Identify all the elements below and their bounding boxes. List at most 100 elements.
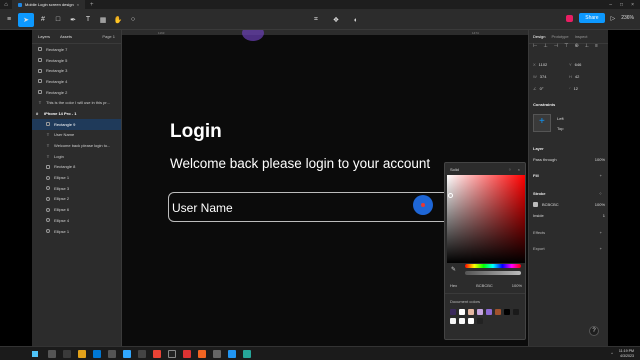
layer-item[interactable]: Rectangle 3 [32, 65, 121, 76]
align-left-icon[interactable]: ⊢ [533, 43, 537, 49]
stroke-width[interactable]: 1 [603, 213, 605, 218]
tab-assets[interactable]: Assets [60, 34, 72, 39]
align-right-icon[interactable]: ⊣ [554, 43, 558, 49]
color-format[interactable]: Hex [450, 283, 457, 288]
color-swatch[interactable] [477, 318, 483, 324]
opacity-input[interactable]: 100% [512, 283, 522, 288]
layer-item[interactable]: Rectangle 7 [32, 44, 121, 55]
welcome-text[interactable]: Welcome back please login to your accoun… [170, 156, 430, 171]
fill-mode[interactable]: Solid [450, 167, 459, 172]
stroke-hex[interactable]: BCBCBC [542, 202, 559, 207]
align-middle-icon[interactable]: ⊕ [574, 43, 578, 49]
layer-item[interactable]: T This is the color I will use in this pr… [32, 97, 121, 108]
align-center-icon[interactable]: ⊥ [543, 43, 547, 49]
stroke-options-icon[interactable]: ⁘ [599, 191, 602, 196]
close-tab-icon[interactable]: × [77, 2, 79, 7]
component-icon[interactable]: ❖ [330, 13, 342, 27]
h-input[interactable]: 42 [575, 74, 579, 79]
search-icon[interactable] [48, 349, 56, 358]
layer-item[interactable]: # iPhone 14 Pro - 1 [32, 108, 121, 119]
close-picker-icon[interactable]: × [518, 167, 520, 172]
align-top-icon[interactable]: ⊤ [564, 43, 568, 49]
shape-tool-icon[interactable]: □ [52, 13, 64, 27]
y-input[interactable]: 646 [575, 62, 582, 67]
store-icon[interactable] [108, 349, 116, 358]
chrome-icon[interactable] [153, 349, 161, 358]
app-icon[interactable] [213, 349, 221, 358]
home-icon[interactable]: ⌂ [0, 0, 12, 10]
tray-arrow-icon[interactable]: ^ [611, 352, 613, 356]
color-swatch[interactable] [468, 309, 474, 315]
photoshop-icon[interactable] [123, 349, 131, 358]
username-text[interactable]: User Name [172, 201, 233, 215]
layer-item[interactable]: Ellipse 2 [32, 194, 121, 205]
color-swatch[interactable] [513, 309, 519, 315]
constraint-h[interactable]: Left [557, 116, 601, 121]
color-swatch[interactable] [477, 309, 483, 315]
clock[interactable]: 11:19 PM 4/3/2023 [619, 349, 634, 357]
distribute-icon[interactable]: ≡ [595, 43, 598, 49]
align-bottom-icon[interactable]: ⊥ [585, 43, 589, 49]
resources-icon[interactable]: ▦ [97, 13, 109, 27]
constraints-widget[interactable] [533, 114, 551, 132]
color-swatch[interactable] [450, 318, 456, 324]
help-icon[interactable]: ? [589, 326, 599, 336]
add-effect-icon[interactable]: + [600, 230, 602, 235]
color-swatch[interactable] [468, 318, 474, 324]
minimize-icon[interactable]: – [609, 2, 612, 8]
constraint-v[interactable]: Top [557, 126, 601, 131]
text-tool-icon[interactable]: T [82, 13, 94, 27]
file-tab[interactable]: Mobile Login screen design × [12, 0, 86, 10]
tab-design[interactable]: Design [533, 34, 545, 39]
color-swatch[interactable] [486, 309, 492, 315]
layer-item[interactable]: Rectangle 2 [32, 87, 121, 98]
layer-item[interactable]: Ellipse 1 [32, 226, 121, 237]
color-knob[interactable] [448, 193, 453, 198]
blend-mode[interactable]: Pass through [533, 157, 557, 162]
stroke-position[interactable]: Inside [533, 213, 544, 218]
page-selector[interactable]: Page 1 [102, 34, 115, 39]
stroke-opacity[interactable]: 100% [595, 202, 605, 207]
styles-icon[interactable]: ⁘ [508, 167, 511, 172]
comment-tool-icon[interactable]: ○ [127, 13, 139, 27]
rotation-input[interactable]: 0° [540, 86, 544, 91]
color-swatch[interactable] [450, 309, 456, 315]
add-export-icon[interactable]: + [600, 246, 602, 251]
main-menu-icon[interactable]: ≡ [3, 13, 15, 27]
layer-item[interactable]: Rectangle 8 [32, 162, 121, 173]
color-swatch[interactable] [459, 318, 465, 324]
zoom-level[interactable]: 236% [621, 15, 634, 21]
layer-opacity[interactable]: 100% [595, 157, 605, 162]
layer-item[interactable]: T Login [32, 151, 121, 162]
color-swatch[interactable] [459, 309, 465, 315]
tab-layers[interactable]: Layers [38, 34, 50, 39]
layer-item[interactable]: Ellipse 1 [32, 172, 121, 183]
edge-icon[interactable] [93, 349, 101, 358]
tab-inspect[interactable]: Inspect [575, 34, 588, 39]
layer-item[interactable]: Rectangle 9 [32, 118, 121, 130]
color-swatch[interactable] [495, 309, 501, 315]
hue-slider[interactable] [465, 264, 521, 268]
color-swatch[interactable] [504, 309, 510, 315]
frame-tool-icon[interactable]: # [37, 13, 49, 27]
saturation-area[interactable] [447, 175, 525, 263]
radius-input[interactable]: 12 [574, 86, 578, 91]
app-icon[interactable] [228, 349, 236, 358]
app-icon[interactable] [183, 349, 191, 358]
share-button[interactable]: Share [579, 13, 605, 23]
start-icon[interactable] [32, 350, 38, 357]
layer-item[interactable]: Ellipse 4 [32, 215, 121, 226]
task-view-icon[interactable] [63, 349, 71, 358]
maximize-icon[interactable]: □ [620, 2, 623, 8]
close-window-icon[interactable]: × [631, 2, 634, 8]
figma-app-icon[interactable] [168, 349, 176, 358]
app-icon[interactable] [243, 349, 251, 358]
hand-tool-icon[interactable]: ✋ [112, 13, 124, 27]
w-input[interactable]: 374 [540, 74, 547, 79]
pen-tool-icon[interactable]: ✒ [67, 13, 79, 27]
add-fill-icon[interactable]: + [600, 173, 602, 178]
file-explorer-icon[interactable] [78, 349, 86, 358]
contrast-icon[interactable]: ◐ [350, 13, 362, 27]
hex-input[interactable]: BCBCBC [476, 283, 493, 288]
present-icon[interactable]: ▷ [611, 15, 616, 22]
